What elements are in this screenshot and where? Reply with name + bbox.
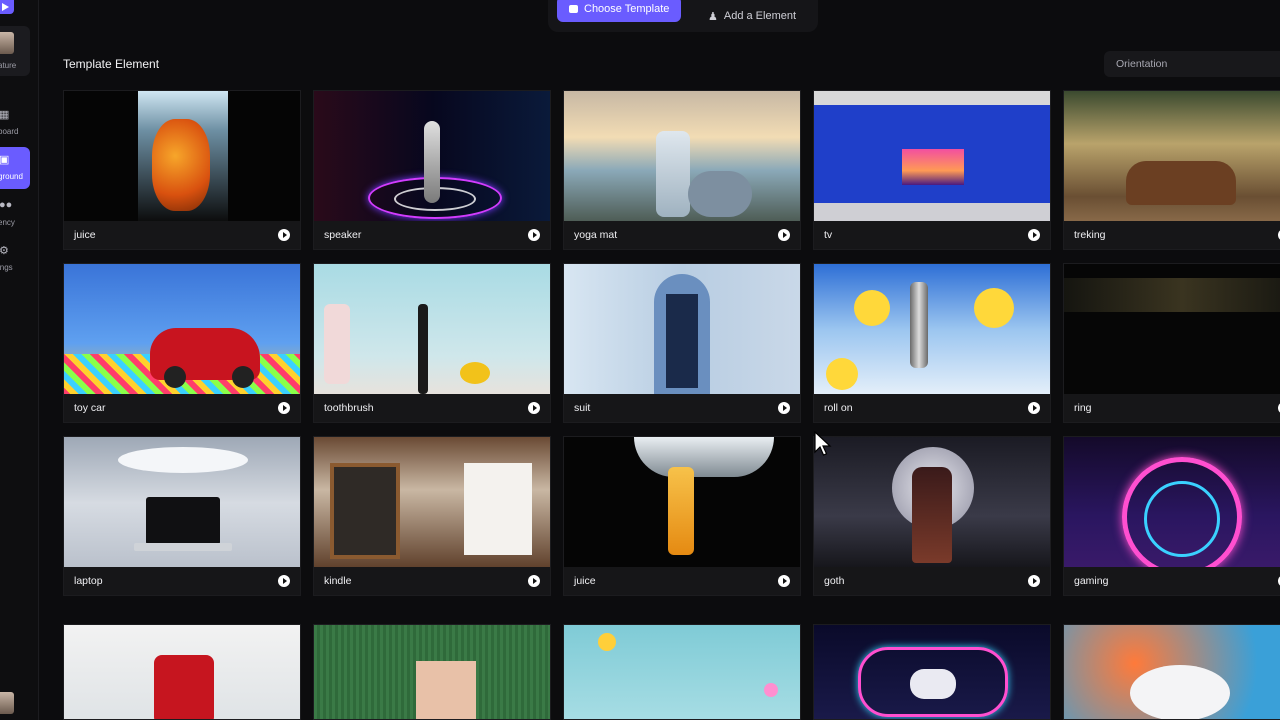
grid-icon: ▦ bbox=[0, 109, 10, 121]
play-icon[interactable] bbox=[528, 402, 540, 414]
template-card[interactable]: laptop bbox=[63, 436, 301, 596]
play-icon[interactable] bbox=[528, 229, 540, 241]
card-label: laptop bbox=[74, 575, 103, 587]
template-icon bbox=[569, 5, 578, 13]
section-title: Template Element bbox=[63, 57, 160, 71]
play-icon[interactable] bbox=[778, 402, 790, 414]
play-icon[interactable] bbox=[1028, 575, 1040, 587]
template-card[interactable]: roll on bbox=[813, 263, 1051, 423]
card-label: treking bbox=[1074, 229, 1106, 241]
template-card[interactable]: gaming bbox=[1063, 436, 1280, 596]
play-icon[interactable] bbox=[778, 229, 790, 241]
sidebar-item-label: ency bbox=[0, 218, 15, 227]
choose-template-label: Choose Template bbox=[584, 3, 670, 15]
card-label: suit bbox=[574, 402, 591, 414]
sidebar-item-label: board bbox=[0, 127, 19, 136]
play-icon[interactable] bbox=[528, 575, 540, 587]
template-card[interactable]: juice bbox=[563, 436, 801, 596]
sidebar-item-label: ings bbox=[0, 263, 13, 272]
play-icon[interactable] bbox=[778, 575, 790, 587]
template-card[interactable]: speaker bbox=[313, 90, 551, 250]
logo-icon[interactable] bbox=[0, 0, 14, 14]
template-card[interactable]: treking bbox=[1063, 90, 1280, 250]
card-label: ring bbox=[1074, 402, 1092, 414]
template-card[interactable]: juice bbox=[63, 90, 301, 250]
card-label: toy car bbox=[74, 402, 106, 414]
card-label: juice bbox=[574, 575, 596, 587]
template-card[interactable] bbox=[1063, 624, 1280, 720]
card-label: speaker bbox=[324, 229, 362, 241]
template-card[interactable]: toothbrush bbox=[313, 263, 551, 423]
card-label: goth bbox=[824, 575, 845, 587]
card-label: juice bbox=[74, 229, 96, 241]
gear-icon: ⚙ bbox=[0, 245, 9, 257]
sidebar-item-feature[interactable]: ature bbox=[0, 26, 30, 76]
template-element-toggle: Choose Template ♟ Add a Element bbox=[548, 0, 818, 32]
template-card[interactable] bbox=[313, 624, 551, 720]
play-icon[interactable] bbox=[278, 575, 290, 587]
template-card[interactable] bbox=[563, 624, 801, 720]
sidebar-item-background[interactable]: ▣ ground bbox=[0, 147, 30, 189]
sidebar-item-settings[interactable]: ⚙ ings bbox=[0, 238, 30, 280]
template-card[interactable]: toy car bbox=[63, 263, 301, 423]
template-card[interactable] bbox=[63, 624, 301, 720]
avatar bbox=[0, 32, 14, 54]
template-card[interactable]: goth bbox=[813, 436, 1051, 596]
template-card[interactable]: yoga mat bbox=[563, 90, 801, 250]
people-icon: ●● bbox=[0, 199, 13, 211]
add-element-button[interactable]: ♟ Add a Element bbox=[708, 6, 796, 26]
card-label: yoga mat bbox=[574, 229, 618, 241]
card-label: toothbrush bbox=[324, 402, 374, 414]
user-avatar[interactable] bbox=[0, 692, 14, 714]
card-label: gaming bbox=[1074, 575, 1109, 587]
template-card[interactable]: kindle bbox=[313, 436, 551, 596]
left-rail: ature ▦ board ▣ ground ●● ency ⚙ ings bbox=[0, 0, 39, 720]
play-icon[interactable] bbox=[278, 229, 290, 241]
template-card[interactable]: suit bbox=[563, 263, 801, 423]
sidebar-item-label: ground bbox=[0, 172, 23, 181]
play-icon[interactable] bbox=[278, 402, 290, 414]
add-element-label: Add a Element bbox=[723, 10, 797, 22]
card-label: tv bbox=[824, 229, 833, 241]
sidebar-item-agency[interactable]: ●● ency bbox=[0, 193, 30, 235]
orientation-select[interactable]: Orientation bbox=[1104, 51, 1280, 77]
card-label: roll on bbox=[824, 402, 853, 414]
play-icon[interactable] bbox=[1028, 402, 1040, 414]
choose-template-button[interactable]: Choose Template bbox=[557, 0, 682, 22]
sidebar-item-board[interactable]: ▦ board bbox=[0, 102, 30, 144]
sidebar-item-label: ature bbox=[0, 61, 17, 70]
template-card[interactable]: ring bbox=[1063, 263, 1280, 423]
image-icon: ▣ bbox=[0, 154, 10, 166]
mouse-cursor-icon bbox=[814, 431, 832, 456]
play-icon[interactable] bbox=[1028, 229, 1040, 241]
template-card[interactable] bbox=[813, 624, 1051, 720]
person-icon: ♟ bbox=[708, 10, 718, 23]
card-label: kindle bbox=[324, 575, 352, 587]
template-card[interactable]: tv bbox=[813, 90, 1051, 250]
